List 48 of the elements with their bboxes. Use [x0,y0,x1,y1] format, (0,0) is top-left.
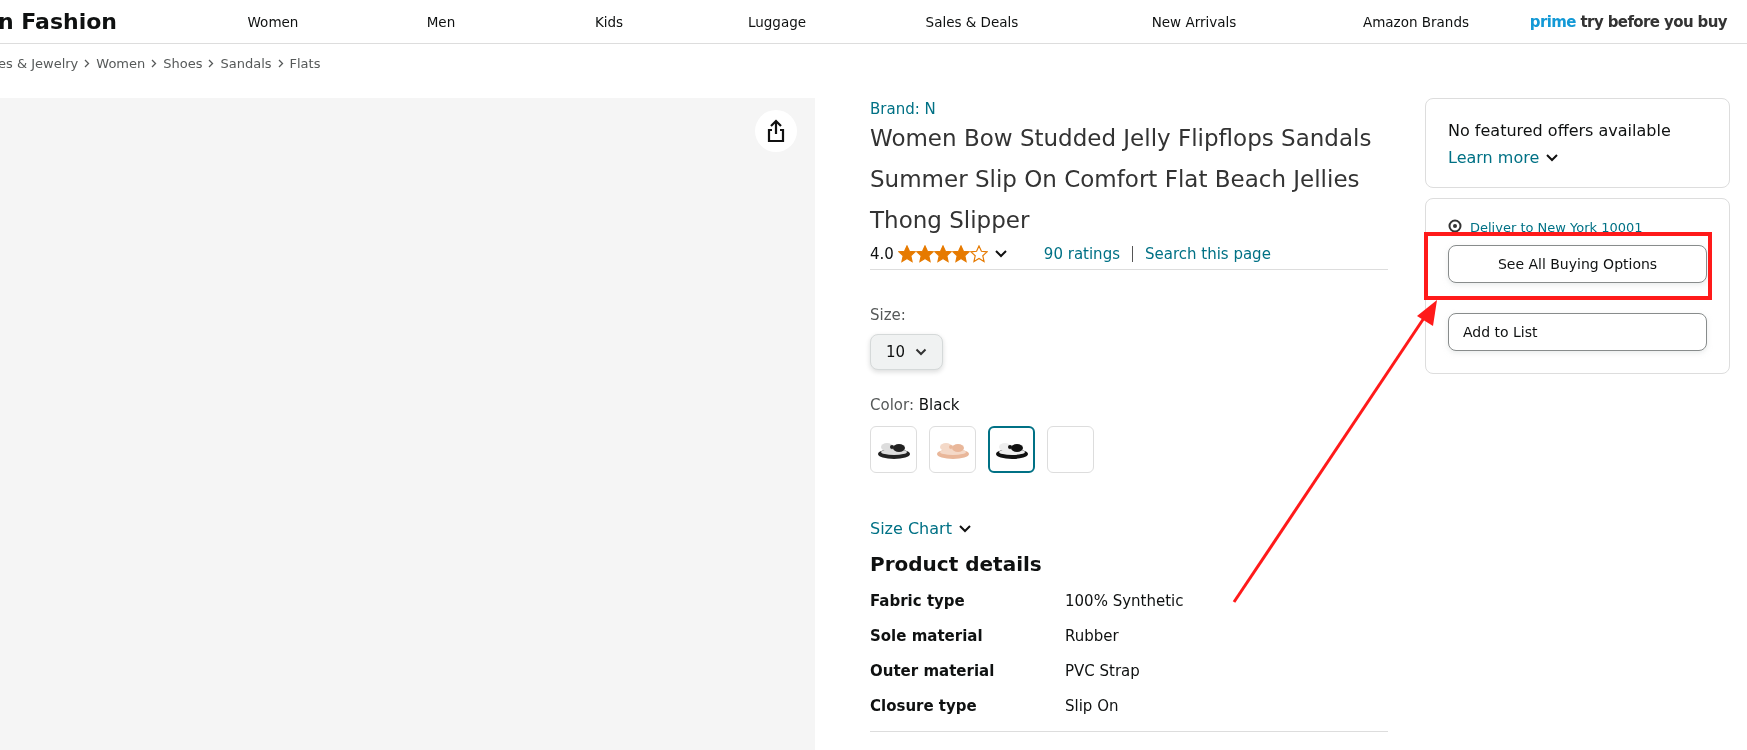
action-button[interactable]: See All Buying Options [1448,245,1707,283]
detail-value: Slip On [1065,697,1120,715]
nav-link[interactable]: New Arrivals [1083,13,1305,30]
share-button[interactable] [755,110,797,152]
color-swatch[interactable] [988,426,1035,473]
detail-value: 100% Synthetic [1065,592,1185,610]
size-label: Size: [870,306,907,324]
learn-more-link[interactable]: Learn more [1448,148,1560,167]
deliver-link[interactable]: Deliver to New York 10001 [1470,219,1643,235]
chevron-right-icon [84,58,91,68]
store-logo[interactable]: n Fashion [0,9,117,34]
chevron-down-icon[interactable] [993,249,1008,259]
nav-link[interactable]: Sales & Deals [861,13,1083,30]
color-label: Color: Black [870,396,961,414]
chevron-right-icon [151,58,158,68]
detail-label: Closure type [870,697,978,715]
chevron-right-icon [277,58,284,68]
rating-value: 4.0 [870,245,894,263]
offers-message: No featured offers available [1448,121,1672,140]
detail-label: Outer material [870,662,996,680]
nav-link[interactable]: Men [357,13,525,30]
breadcrumb-link[interactable]: Sandals [220,55,272,71]
detail-value: Rubber [1065,627,1120,645]
detail-label: Sole material [870,627,984,645]
chevron-down-icon [915,348,928,356]
chevron-right-icon [208,58,215,68]
share-icon [765,119,787,143]
chevron-down-icon [957,523,972,534]
nav-link[interactable]: Kids [525,13,693,30]
prime-promo[interactable]: prime try before you buy [1529,12,1727,31]
location-pin-icon [1448,219,1462,235]
size-chart-link[interactable]: Size Chart [870,519,972,538]
size-dropdown[interactable]: 10 [870,334,944,370]
nav-link[interactable]: Women [189,13,357,30]
chevron-down-icon [1545,152,1560,163]
ratings-link[interactable]: 90 ratings [1043,245,1120,263]
section-heading: Product details [870,552,1043,576]
detail-value: PVC Strap [1065,662,1141,680]
nav-link[interactable]: Amazon Brands [1305,13,1527,30]
breadcrumb-link[interactable]: Shoes [163,55,203,71]
detail-label: Fabric type [870,592,966,610]
search-page-link[interactable]: Search this page [1144,245,1271,263]
breadcrumb-link[interactable]: Women [96,55,146,71]
action-button[interactable]: Add to List [1448,313,1707,351]
breadcrumb-link[interactable]: Flats [289,55,321,71]
nav-link[interactable]: Luggage [693,13,861,30]
brand-link[interactable]: Brand: N [870,100,936,118]
product-title: Women Bow Studded Jelly Flipflops Sandals Summer Slip On Comfort Flat Beach Jellies Thong Slipper [870,124,1373,235]
